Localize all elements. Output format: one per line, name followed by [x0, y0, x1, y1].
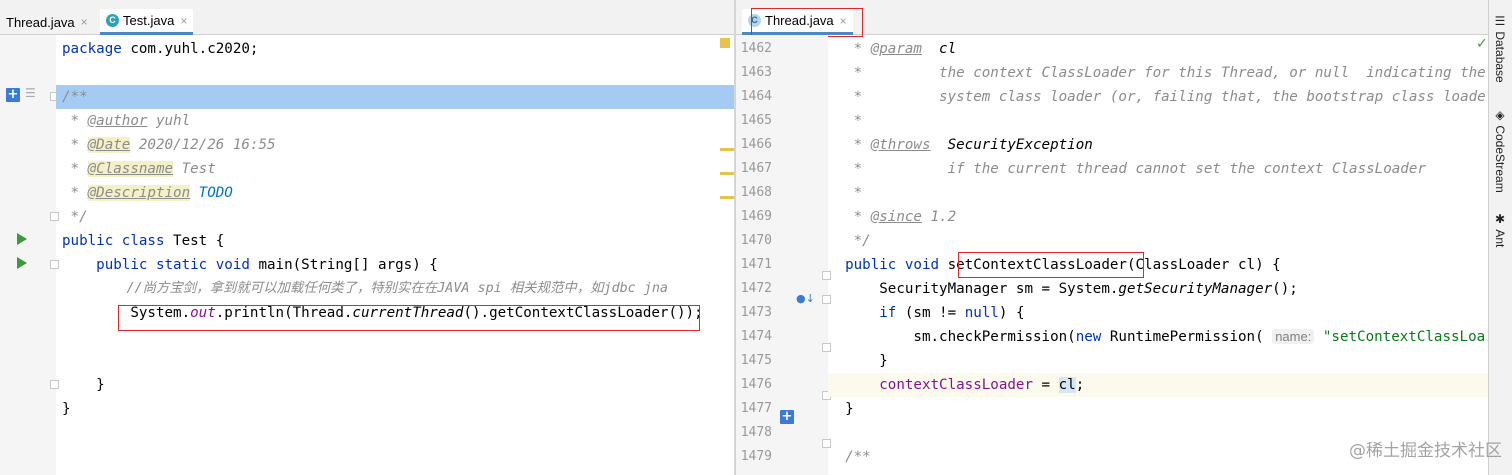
highlight-box-tab: [751, 8, 863, 37]
java-class-icon: C: [106, 14, 119, 27]
code-line: * @Description TODO: [62, 185, 233, 201]
tab-thread-java-left[interactable]: Thread.java ×: [0, 9, 94, 35]
code-line: public class Test {: [62, 233, 225, 249]
right-editor-pane: C Thread.java × 1462 1463 1464 1465 1466…: [736, 0, 1488, 475]
add-comment-icon[interactable]: +: [6, 88, 20, 102]
code-line-current: contextClassLoader = cl;: [828, 373, 1488, 397]
tab-label: Thread.java: [6, 14, 75, 30]
left-editor-pane: Thread.java × C Test.java × + ☰ package …: [0, 0, 734, 475]
close-icon[interactable]: ×: [180, 14, 187, 28]
code-line: sm.checkPermission(new RuntimePermission…: [828, 329, 1486, 345]
code-line: * if the current thread cannot set the c…: [828, 161, 1426, 177]
line-number: 1470: [740, 233, 772, 248]
close-icon[interactable]: ×: [81, 15, 88, 29]
line-number: 1466: [740, 137, 772, 152]
strip-item-ant[interactable]: ✱ Ant: [1493, 212, 1507, 247]
highlight-box-println: [118, 305, 700, 331]
left-code-editor[interactable]: package com.yuhl.c2020; /** * @author yu…: [56, 35, 734, 475]
right-code-editor[interactable]: * @param cl * the context ClassLoader fo…: [828, 35, 1488, 475]
code-line: * @throws SecurityException: [828, 137, 1093, 153]
warning-stripe[interactable]: [720, 148, 734, 151]
line-number: 1478: [740, 425, 772, 440]
line-number: 1474: [740, 329, 772, 344]
code-line: * @Date 2020/12/26 16:55: [62, 137, 276, 153]
database-icon: ☰: [1493, 14, 1507, 32]
code-line: if (sm != null) {: [828, 305, 1025, 321]
code-line: * @param cl: [828, 41, 957, 57]
codestream-icon: ◈: [1493, 108, 1507, 126]
code-line: * @since 1.2: [828, 209, 957, 225]
code-line: * @Classname Test: [62, 161, 216, 177]
line-number: 1463: [740, 65, 772, 80]
watermark: @稀土掘金技术社区: [1349, 441, 1502, 461]
strip-item-codestream[interactable]: ◈ CodeStream: [1493, 108, 1507, 193]
warning-stripe[interactable]: [720, 172, 734, 175]
line-number: 1473: [740, 305, 772, 320]
line-number: 1476: [740, 377, 772, 392]
code-line: //尚方宝剑，拿到就可以加载任何类了，特别实在在JAVA spi 相关规范中，如…: [62, 281, 668, 296]
left-gutter: + ☰: [0, 35, 59, 475]
tab-test-java[interactable]: C Test.java ×: [100, 9, 194, 35]
code-line: */: [828, 233, 871, 249]
render-doc-icon[interactable]: ☰: [25, 86, 36, 100]
line-number: 1467: [740, 161, 772, 176]
warning-stripe[interactable]: [720, 196, 734, 199]
strip-item-database[interactable]: ☰ Database: [1493, 14, 1507, 83]
line-number: 1469: [740, 209, 772, 224]
code-line: }: [62, 377, 105, 393]
code-line: * system class loader (or, failing that,…: [828, 89, 1486, 105]
code-line: }: [828, 401, 854, 417]
line-number: 1462: [740, 41, 772, 56]
code-line: }: [62, 401, 71, 417]
tool-window-strip: ☰ Database ◈ CodeStream ✱ Ant: [1488, 0, 1512, 475]
code-line: */: [62, 209, 88, 225]
code-line: public static void main(String[] args) {: [62, 257, 438, 273]
warning-marker[interactable]: [720, 38, 730, 48]
line-number: 1475: [740, 353, 772, 368]
line-number: 1468: [740, 185, 772, 200]
tab-label: Test.java: [123, 13, 175, 28]
right-gutter: 1462 1463 1464 1465 1466 1467 1468 1469 …: [736, 35, 831, 475]
line-number: 1464: [740, 89, 772, 104]
line-number: 1465: [740, 113, 772, 128]
line-number: 1472: [740, 281, 772, 296]
override-icon[interactable]: ●↓: [796, 292, 815, 305]
code-line: SecurityManager sm = System.getSecurityM…: [828, 281, 1298, 297]
parameter-hint: name:: [1272, 329, 1315, 344]
line-number: 1479: [740, 449, 772, 464]
code-line: package com.yuhl.c2020;: [62, 41, 259, 57]
code-line: *: [828, 113, 863, 129]
run-main-icon[interactable]: [17, 257, 27, 269]
code-line: * the context ClassLoader for this Threa…: [828, 65, 1486, 81]
line-number: 1477: [740, 401, 772, 416]
code-line: * @author yuhl: [62, 113, 191, 129]
highlight-box-method: [958, 252, 1144, 278]
line-number: 1471: [740, 257, 772, 272]
ant-icon: ✱: [1493, 212, 1507, 230]
add-comment-icon[interactable]: +: [780, 410, 794, 424]
inspection-ok-icon[interactable]: ✓: [1476, 36, 1488, 52]
code-line: }: [828, 353, 888, 369]
code-line: *: [828, 185, 863, 201]
run-class-icon[interactable]: [17, 233, 27, 245]
code-line: /**: [56, 85, 734, 109]
left-tab-bar: Thread.java × C Test.java ×: [0, 0, 734, 35]
code-line: public void setContextClassLoader(ClassL…: [828, 257, 1281, 273]
